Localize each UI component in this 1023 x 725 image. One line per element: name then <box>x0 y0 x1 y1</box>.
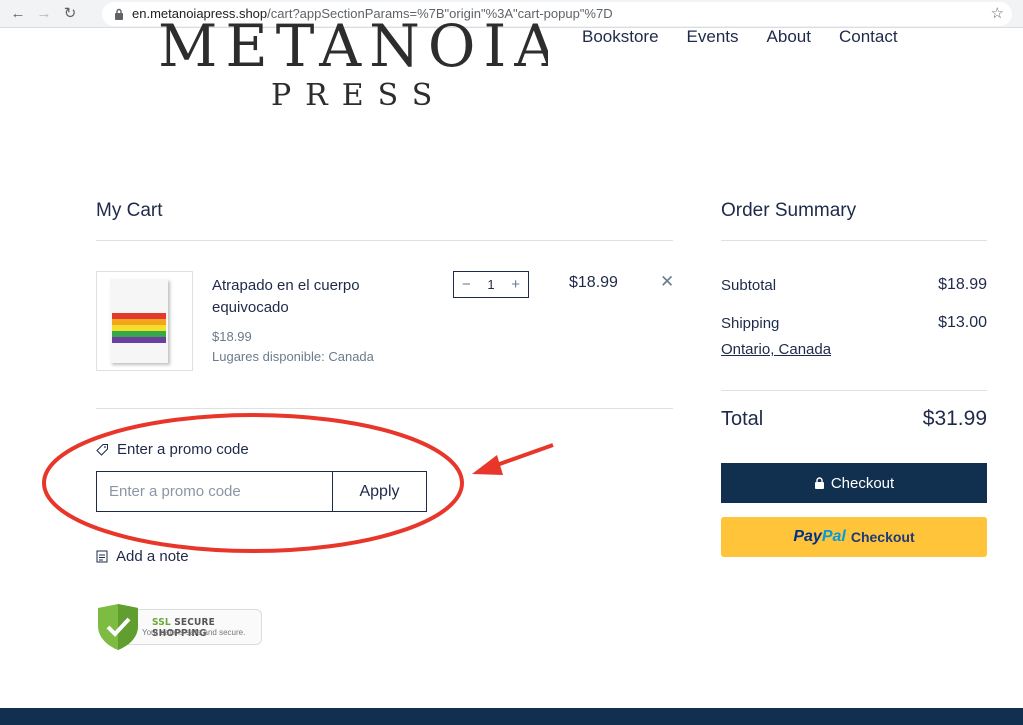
lock-icon <box>814 477 824 489</box>
note-icon <box>96 550 108 563</box>
shipping-location-link[interactable]: Ontario, Canada <box>721 341 831 358</box>
logo-subtitle: PRESS <box>271 78 447 113</box>
decrease-quantity-button[interactable]: − <box>462 276 471 293</box>
paypal-logo: Pay <box>793 528 822 545</box>
increase-quantity-button[interactable]: + <box>511 276 520 293</box>
total-value: $31.99 <box>922 407 987 430</box>
shipping-label: Shipping <box>721 315 780 332</box>
nav-contact[interactable]: Contact <box>839 27 898 47</box>
divider <box>96 240 673 241</box>
subtotal-label: Subtotal <box>721 277 777 294</box>
order-summary-title: Order Summary <box>721 200 857 221</box>
divider <box>721 240 987 241</box>
promo-code-toggle[interactable]: Enter a promo code <box>96 441 249 458</box>
paypal-logo-pal: Pal <box>821 528 846 545</box>
product-unit-price: $18.99 <box>212 329 252 344</box>
ssl-badge-subtitle: Your data is safe and secure. <box>142 628 246 637</box>
nav-about[interactable]: About <box>767 27 811 47</box>
product-thumbnail[interactable] <box>96 271 193 371</box>
cover-stripe <box>112 337 166 343</box>
forward-arrow-icon[interactable]: → <box>34 4 54 24</box>
logo[interactable]: METANOIA <box>158 18 548 72</box>
total-label: Total <box>721 408 764 430</box>
book-cover <box>110 279 168 363</box>
lock-icon <box>115 8 123 20</box>
bookmark-star-icon[interactable]: ☆ <box>991 4 1004 22</box>
checkout-button[interactable]: Checkout <box>721 463 987 503</box>
promo-code-input[interactable] <box>97 472 333 511</box>
reload-icon[interactable]: ↻ <box>60 4 80 24</box>
tag-icon <box>96 444 108 456</box>
shield-check-icon <box>98 604 138 650</box>
nav-bookstore[interactable]: Bookstore <box>582 27 659 47</box>
divider <box>721 390 987 391</box>
back-arrow-icon[interactable]: ← <box>8 4 28 24</box>
annotation-arrow-head <box>472 455 503 475</box>
line-total: $18.99 <box>569 274 618 291</box>
shipping-value: $13.00 <box>938 314 987 331</box>
annotation-arrow-shaft <box>493 443 554 468</box>
nav-events[interactable]: Events <box>687 27 739 47</box>
cart-title: My Cart <box>96 200 163 221</box>
product-name[interactable]: Atrapado en el cuerpo equivocado <box>212 275 412 319</box>
add-note-toggle[interactable]: Add a note <box>96 548 189 565</box>
divider <box>96 408 673 409</box>
site-footer <box>0 708 1023 725</box>
remove-item-icon[interactable]: ✕ <box>660 272 674 292</box>
quantity-value: 1 <box>487 277 495 292</box>
promo-code-form: Apply <box>96 471 427 512</box>
paypal-checkout-button[interactable]: Pay Pal Checkout <box>721 517 987 557</box>
quantity-stepper[interactable]: − 1 + <box>453 271 529 298</box>
main-nav: Bookstore Events About Contact <box>582 27 898 47</box>
ssl-secure-badge: SSL SECURE SHOPPING Your data is safe an… <box>96 604 262 650</box>
subtotal-value: $18.99 <box>938 276 987 293</box>
product-availability: Lugares disponible: Canada <box>212 349 374 364</box>
apply-promo-button[interactable]: Apply <box>333 472 426 511</box>
